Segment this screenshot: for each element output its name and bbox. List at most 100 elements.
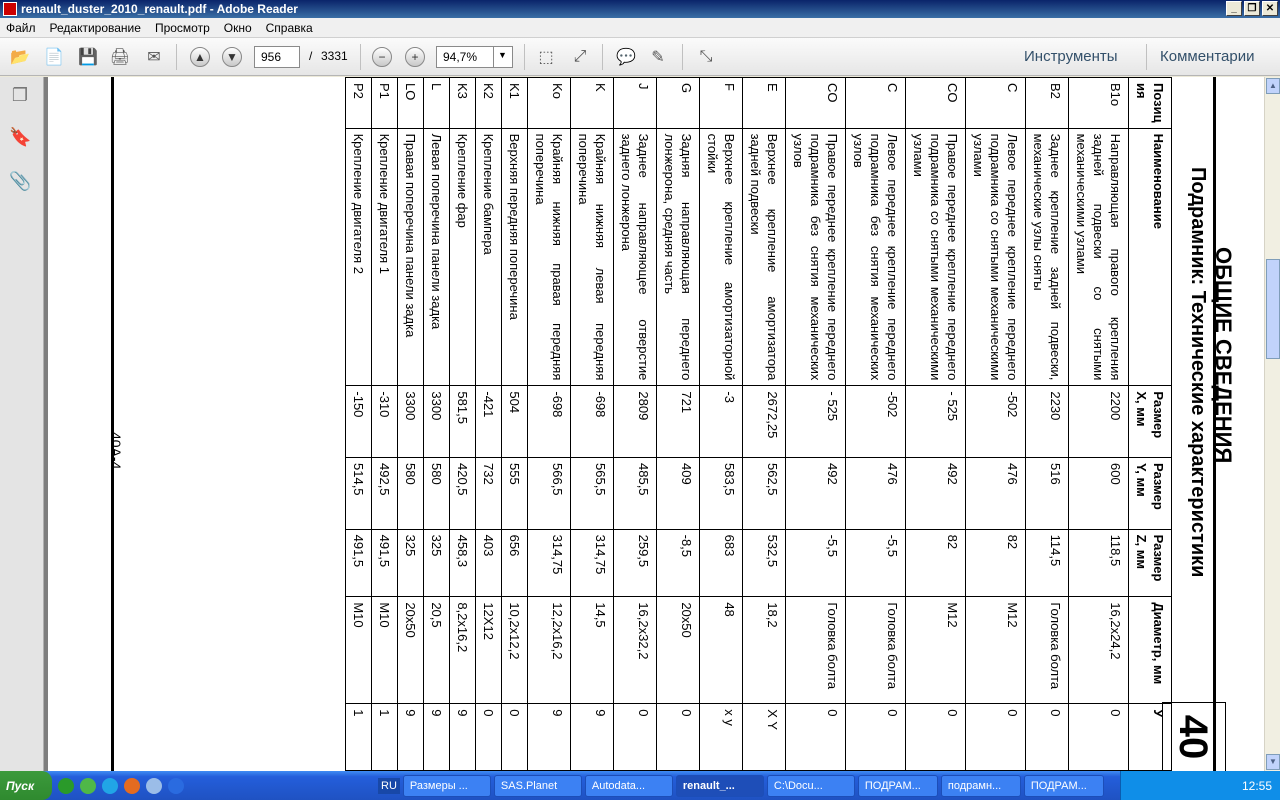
table-cell: 683 xyxy=(699,529,743,597)
table-cell: -698 xyxy=(570,385,614,458)
table-cell: Правое переднее крепление переднего подр… xyxy=(785,128,846,386)
fullscreen-icon[interactable]: ⤡ xyxy=(694,46,718,68)
table-cell: Правое переднее крепление переднего подр… xyxy=(905,128,966,386)
table-cell: M12 xyxy=(965,596,1026,704)
quicklaunch-app-icon[interactable] xyxy=(146,777,162,794)
table-cell: M12 xyxy=(905,596,966,704)
fit-width-icon[interactable]: ⤢ xyxy=(568,46,592,68)
toolbar: 📂 📄 💾 🖨 ✉ ▲ ▼ 956 / 3331 − + 94,7% ▼ ⬚ ⤢… xyxy=(0,38,1280,76)
zoom-dropdown-button[interactable]: ▼ xyxy=(493,46,513,68)
comment-icon[interactable]: 💬 xyxy=(614,46,638,68)
taskbar-item-explorer[interactable]: C:\Docu... xyxy=(766,774,855,797)
menu-help[interactable]: Справка xyxy=(260,21,321,35)
open-icon[interactable]: 📂 xyxy=(8,46,32,68)
pages-icon[interactable]: ❐ xyxy=(9,85,31,107)
quicklaunch-icq-icon[interactable] xyxy=(80,777,96,794)
maximize-button[interactable]: ❐ xyxy=(1244,1,1260,16)
highlight-icon[interactable]: ✎ xyxy=(646,46,670,68)
table-cell: 114,5 xyxy=(1025,529,1069,597)
scroll-up-icon[interactable]: ▲ xyxy=(1266,78,1280,94)
table-cell: 0 xyxy=(475,703,502,771)
quicklaunch-skype-icon[interactable] xyxy=(102,777,118,794)
create-pdf-icon[interactable]: 📄 xyxy=(42,46,66,68)
next-page-button[interactable]: ▼ xyxy=(220,46,244,68)
table-row: B2 Заднее крепление задней подвески, меха… xyxy=(1025,77,1069,771)
page-label: 40A-4 xyxy=(108,432,124,470)
zoom-out-button[interactable]: − xyxy=(370,46,394,68)
arrow-down-icon: ▼ xyxy=(222,47,242,67)
table-header-cell: Размер Y, мм xyxy=(1128,457,1172,530)
attachments-icon[interactable]: 📎 xyxy=(9,171,31,193)
table-row: E Верхнее крепление амортизатора задней п… xyxy=(742,77,786,771)
taskbar-item-sasplanet[interactable]: SAS.Planet xyxy=(493,774,582,797)
table-cell: 0 xyxy=(965,703,1026,771)
table-cell: 721 xyxy=(656,385,700,458)
window-title-bar[interactable]: renault_duster_2010_renault.pdf - Adobe … xyxy=(0,0,1280,18)
quicklaunch-firefox-icon[interactable] xyxy=(124,777,140,794)
document-viewport[interactable]: ОБЩИЕ СВЕДЕНИЯ Подрамник: Технические ха… xyxy=(44,77,1264,771)
spec-table: Позиц ия Наименование Размер X, мм Размер Y… xyxy=(345,77,1172,771)
table-cell: Верхняя передняя поперечина xyxy=(501,128,528,386)
table-cell: 18,2 xyxy=(742,596,786,704)
table-cell: 0 xyxy=(1068,703,1129,771)
tray-clock[interactable]: 12:55 xyxy=(1242,779,1272,793)
menu-edit[interactable]: Редактирование xyxy=(44,21,149,35)
scroll-down-icon[interactable]: ▼ xyxy=(1266,754,1280,770)
table-cell: Заднее крепление задней подвески, механи… xyxy=(1025,128,1069,386)
table-cell: CO xyxy=(905,77,966,129)
table-cell: K2 xyxy=(475,77,502,129)
table-cell: -502 xyxy=(845,385,906,458)
taskbar-item-renault[interactable]: renault_... xyxy=(675,774,764,797)
comments-link[interactable]: Комментарии xyxy=(1160,48,1254,65)
menu-view[interactable]: Просмотр xyxy=(149,21,218,35)
table-cell: 12,2x16,2 xyxy=(527,596,571,704)
table-header-cell: Размер X, мм xyxy=(1128,385,1172,458)
start-button[interactable]: Пуск xyxy=(0,771,52,800)
table-cell: Задняя направляющая переднего лонжерона,… xyxy=(656,128,700,386)
menu-file[interactable]: Файл xyxy=(0,21,44,35)
table-cell: 732 xyxy=(475,457,502,530)
zoom-input[interactable]: 94,7% xyxy=(436,46,494,68)
page-separator: / xyxy=(309,49,313,63)
table-row: J Заднее направляющее отверстие заднего л… xyxy=(613,77,657,771)
print-icon[interactable]: 🖨 xyxy=(108,46,132,68)
previous-page-button[interactable]: ▲ xyxy=(188,46,212,68)
table-cell: 492,5 xyxy=(371,457,398,530)
table-cell: 9 xyxy=(527,703,571,771)
taskbar-item-podram-3[interactable]: ПОДРАМ... xyxy=(1023,774,1104,797)
taskbar-item-podram-2[interactable]: подрамн... xyxy=(940,774,1021,797)
email-icon[interactable]: ✉ xyxy=(142,46,166,68)
taskbar-item-podram-1[interactable]: ПОДРАМ... xyxy=(857,774,938,797)
taskbar-item-autodata[interactable]: Autodata... xyxy=(584,774,673,797)
table-cell: 0 xyxy=(656,703,700,771)
minimize-button[interactable]: _ xyxy=(1226,1,1242,16)
table-row: L Левая поперечина панели задка 3300 580 325… xyxy=(423,77,450,771)
vertical-scrollbar[interactable]: ▲ ▼ xyxy=(1264,77,1280,771)
taskbar-item-sizes[interactable]: Размеры ... xyxy=(402,774,491,797)
system-tray: 12:55 xyxy=(1120,771,1280,800)
close-button[interactable]: ✕ xyxy=(1262,1,1278,16)
zoom-in-button[interactable]: + xyxy=(403,46,427,68)
save-icon[interactable]: 💾 xyxy=(76,46,100,68)
quicklaunch-utorrent-icon[interactable] xyxy=(58,777,74,794)
scroll-thumb[interactable] xyxy=(1266,259,1280,359)
table-cell: P2 xyxy=(345,77,372,129)
quicklaunch-ie-icon[interactable] xyxy=(168,777,184,794)
page-total: 3331 xyxy=(321,49,348,63)
language-indicator[interactable]: RU xyxy=(378,777,400,794)
doc-subtitle: Подрамник: Технические характеристики xyxy=(1187,167,1209,578)
tools-link[interactable]: Инструменты xyxy=(1024,48,1118,65)
menu-window[interactable]: Окно xyxy=(218,21,260,35)
table-cell: C xyxy=(965,77,1026,129)
bookmarks-icon[interactable]: 🔖 xyxy=(9,127,31,149)
table-cell: 0 xyxy=(905,703,966,771)
table-cell: 325 xyxy=(423,529,450,597)
page-number-input[interactable]: 956 xyxy=(254,46,300,68)
table-cell: Головка болта xyxy=(845,596,906,704)
table-cell: 0 xyxy=(1025,703,1069,771)
table-cell: G xyxy=(656,77,700,129)
table-cell: 492 xyxy=(905,457,966,530)
table-row: K3 Крепление фар 581,5 420,5 458,3 8,2x16,2 9 xyxy=(449,77,476,771)
menu-bar: Файл Редактирование Просмотр Окно Справк… xyxy=(0,18,1280,38)
fit-page-icon[interactable]: ⬚ xyxy=(534,46,558,68)
